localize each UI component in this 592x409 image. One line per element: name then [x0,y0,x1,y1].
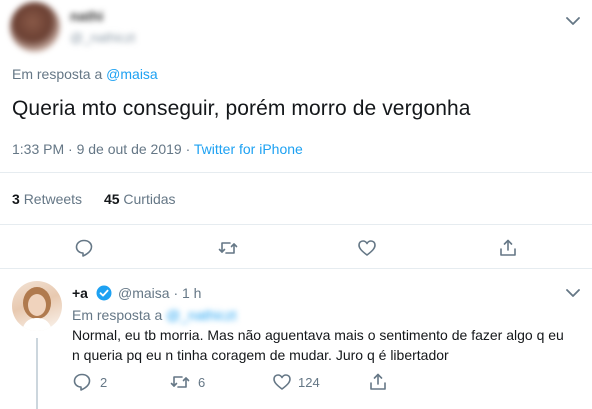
reply-prefix: Em resposta a [12,66,103,82]
reply-author-handle[interactable]: @maisa [118,285,170,301]
like-icon[interactable] [357,238,377,258]
chevron-down-icon[interactable] [566,16,580,26]
retweets-stat[interactable]: 3 Retweets [12,191,82,207]
reply-icon[interactable] [72,372,92,392]
reply-prefix: Em resposta a [72,307,163,323]
reply-count: 2 [100,375,108,390]
reply-author-meta: @maisa · 1 h [118,285,201,301]
reply-context: Em resposta a @_nathiczt [72,307,236,323]
divider [0,172,592,173]
like-count: 124 [298,375,320,390]
reply-icon[interactable] [74,238,94,258]
reply-timestamp[interactable]: · 1 h [173,285,201,301]
avatar-image [22,287,52,331]
tweet-source-link[interactable]: Twitter for iPhone [194,141,303,157]
reply-text: Normal, eu tb morria. Mas não aguentava … [72,327,564,363]
reply-author-name[interactable]: +a [72,285,88,301]
chevron-down-icon[interactable] [566,288,580,298]
author-handle[interactable]: @_nathiczt [70,30,135,45]
author-avatar[interactable] [10,2,60,52]
reply-context: Em resposta a @maisa [12,66,158,82]
tweet-meta: 1:33 PM · 9 de out de 2019 · Twitter for… [12,141,303,157]
retweet-icon[interactable] [170,372,190,392]
divider [0,224,592,225]
like-icon[interactable] [272,372,292,392]
verified-badge-icon [96,285,112,301]
divider [0,268,592,269]
tweet-stats: 3 Retweets 45 Curtidas [12,191,176,207]
share-icon[interactable] [368,372,388,392]
tweet-timestamp[interactable]: 1:33 PM · 9 de out de 2019 · [12,141,194,157]
reply-author-avatar[interactable] [12,281,62,331]
reply-mention-link[interactable]: @maisa [106,66,158,82]
thread-line [36,338,38,409]
author-name[interactable]: nathi [70,8,103,24]
tweet-text: Queria mto conseguir, porém morro de ver… [12,97,471,120]
reply-mention-link[interactable]: @_nathiczt [166,307,236,323]
retweet-icon[interactable] [218,238,238,258]
likes-stat[interactable]: 45 Curtidas [104,191,176,207]
retweet-count: 6 [198,375,206,390]
share-icon[interactable] [498,238,518,258]
